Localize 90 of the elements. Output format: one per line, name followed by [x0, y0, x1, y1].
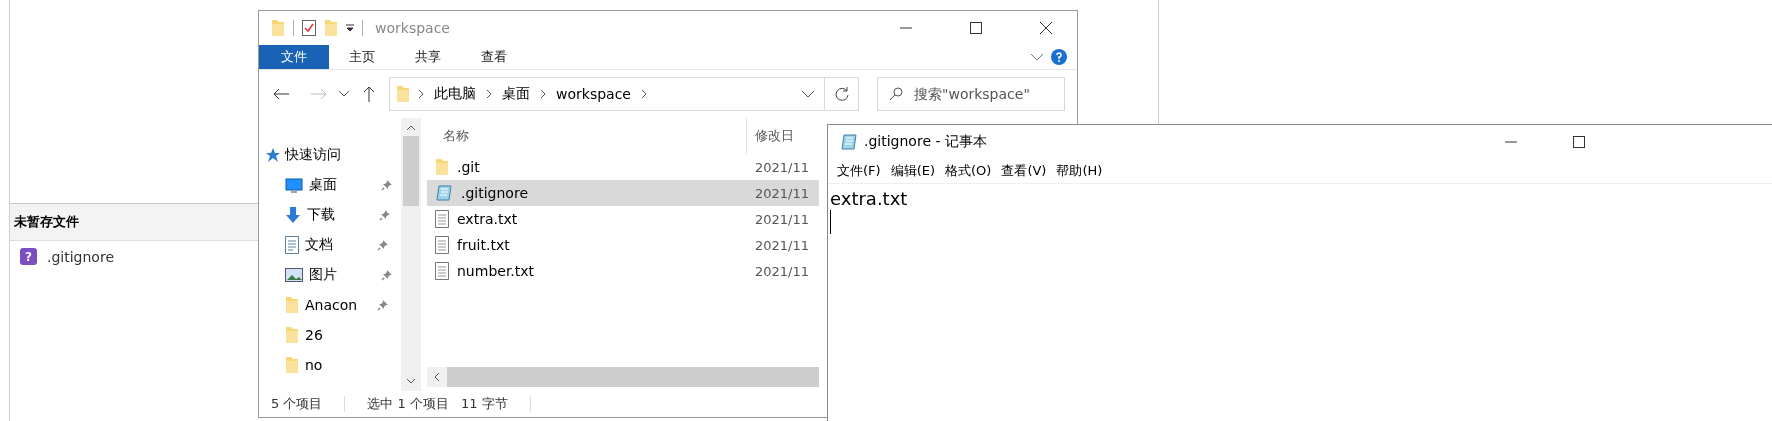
search-field[interactable]: 搜索"workspace" [877, 77, 1065, 111]
file-row[interactable]: number.txt 2021/11 [427, 258, 819, 284]
nav-item[interactable]: 快速访问 [265, 140, 401, 170]
folder-icon [285, 296, 299, 314]
monitor-icon [285, 177, 303, 193]
folder-icon [285, 326, 299, 344]
file-name: number.txt [457, 263, 535, 279]
new-folder-icon [324, 19, 338, 37]
scroll-thumb[interactable] [403, 136, 419, 206]
scrollbar[interactable] [401, 118, 421, 391]
folder-icon [435, 158, 449, 176]
nav-item[interactable]: 文档 [265, 230, 401, 260]
document-text: extra.txt [830, 188, 909, 210]
file-date: 2021/11 [754, 237, 809, 253]
nav-item[interactable]: 26 [265, 320, 401, 350]
horizontal-scrollbar[interactable] [427, 367, 819, 387]
file-name: .gitignore [461, 185, 528, 201]
window-title: .gitignore - 记事本 [864, 133, 988, 151]
menu-item[interactable]: 查看(V) [996, 162, 1052, 180]
picture-icon [285, 267, 303, 283]
menu-item[interactable]: 编辑(E) [885, 162, 940, 180]
file-row[interactable]: .git 2021/11 [427, 154, 819, 180]
column-header[interactable]: 修改日 [747, 127, 794, 145]
status-badge: ? [20, 248, 37, 265]
document-icon [285, 236, 299, 254]
nav-item[interactable]: no [265, 350, 401, 380]
ribbon-tab[interactable]: 文件 [259, 45, 329, 69]
chevron-icon[interactable] [418, 89, 424, 99]
menu-item[interactable]: 帮助(H) [1051, 162, 1108, 180]
file-name: fruit.txt [457, 237, 510, 253]
file-row[interactable]: .gitignore 2021/11 [427, 180, 819, 206]
refresh-icon [834, 87, 849, 101]
text-file-icon [435, 210, 449, 228]
file-name: extra.txt [457, 211, 518, 227]
file-row[interactable]: extra.txt 2021/11 [427, 206, 819, 232]
download-icon [285, 206, 301, 224]
refresh-button[interactable] [825, 77, 859, 111]
star-icon [265, 147, 281, 163]
chevron-icon[interactable] [540, 89, 546, 99]
recent-icon[interactable] [339, 91, 349, 97]
nav-item[interactable]: 图片 [265, 260, 401, 290]
chevron-icon[interactable] [486, 89, 492, 99]
item-count: 5 个项目 [271, 395, 323, 413]
file-name[interactable]: .gitignore [47, 248, 114, 265]
breadcrumb[interactable]: 此电脑 [432, 85, 478, 103]
folder-icon [271, 19, 285, 37]
maximize-icon[interactable] [1573, 136, 1585, 148]
folder-icon [396, 85, 410, 103]
text-file-icon [435, 236, 449, 254]
file-name: .git [457, 159, 480, 175]
file-date: 2021/11 [754, 185, 809, 201]
properties-icon[interactable] [302, 20, 316, 36]
scroll-up-icon[interactable] [406, 124, 416, 132]
ribbon-tab[interactable]: 查看 [461, 45, 527, 69]
window-title: workspace [375, 20, 451, 36]
file-date: 2021/11 [754, 211, 809, 227]
search-icon [889, 87, 903, 101]
scroll-left-icon[interactable] [433, 372, 441, 382]
dropdown-icon[interactable] [346, 24, 354, 32]
notepad-icon [840, 133, 858, 151]
back-icon[interactable] [273, 88, 289, 100]
ribbon-tab[interactable]: 主页 [329, 45, 395, 69]
folder-icon [285, 356, 299, 374]
nav-item[interactable]: Anacon [265, 290, 401, 320]
text-area[interactable]: extra.txt [828, 184, 1772, 238]
menu-item[interactable]: 格式(O) [940, 162, 997, 180]
maximize-icon[interactable] [970, 22, 982, 34]
selection-count: 选中 1 个项目 [367, 395, 449, 413]
chevron-icon[interactable] [640, 89, 647, 99]
breadcrumb[interactable]: workspace [554, 86, 633, 102]
text-file-icon [435, 262, 449, 280]
chevron-icon[interactable] [802, 90, 814, 98]
nav-item[interactable]: 桌面 [265, 170, 401, 200]
column-header[interactable]: 名称 [427, 118, 747, 154]
selection-size: 11 字节 [460, 395, 508, 413]
file-date: 2021/11 [754, 263, 809, 279]
chevron-icon[interactable] [1031, 53, 1043, 61]
close-icon[interactable] [1040, 22, 1052, 34]
address-bar[interactable]: 此电脑 桌面 workspace [389, 77, 825, 111]
help-icon[interactable] [1051, 49, 1067, 65]
scroll-down-icon[interactable] [406, 377, 416, 385]
panel-header: 未暂存文件 [10, 203, 258, 241]
file-row[interactable]: fruit.txt 2021/11 [427, 232, 819, 258]
up-icon[interactable] [363, 86, 375, 102]
ribbon-tab[interactable]: 共享 [395, 45, 461, 69]
notepad-icon [435, 184, 453, 202]
menu-item[interactable]: 文件(F) [832, 162, 886, 180]
nav-item[interactable]: 下载 [265, 200, 401, 230]
breadcrumb[interactable]: 桌面 [500, 85, 532, 103]
file-date: 2021/11 [754, 159, 809, 175]
